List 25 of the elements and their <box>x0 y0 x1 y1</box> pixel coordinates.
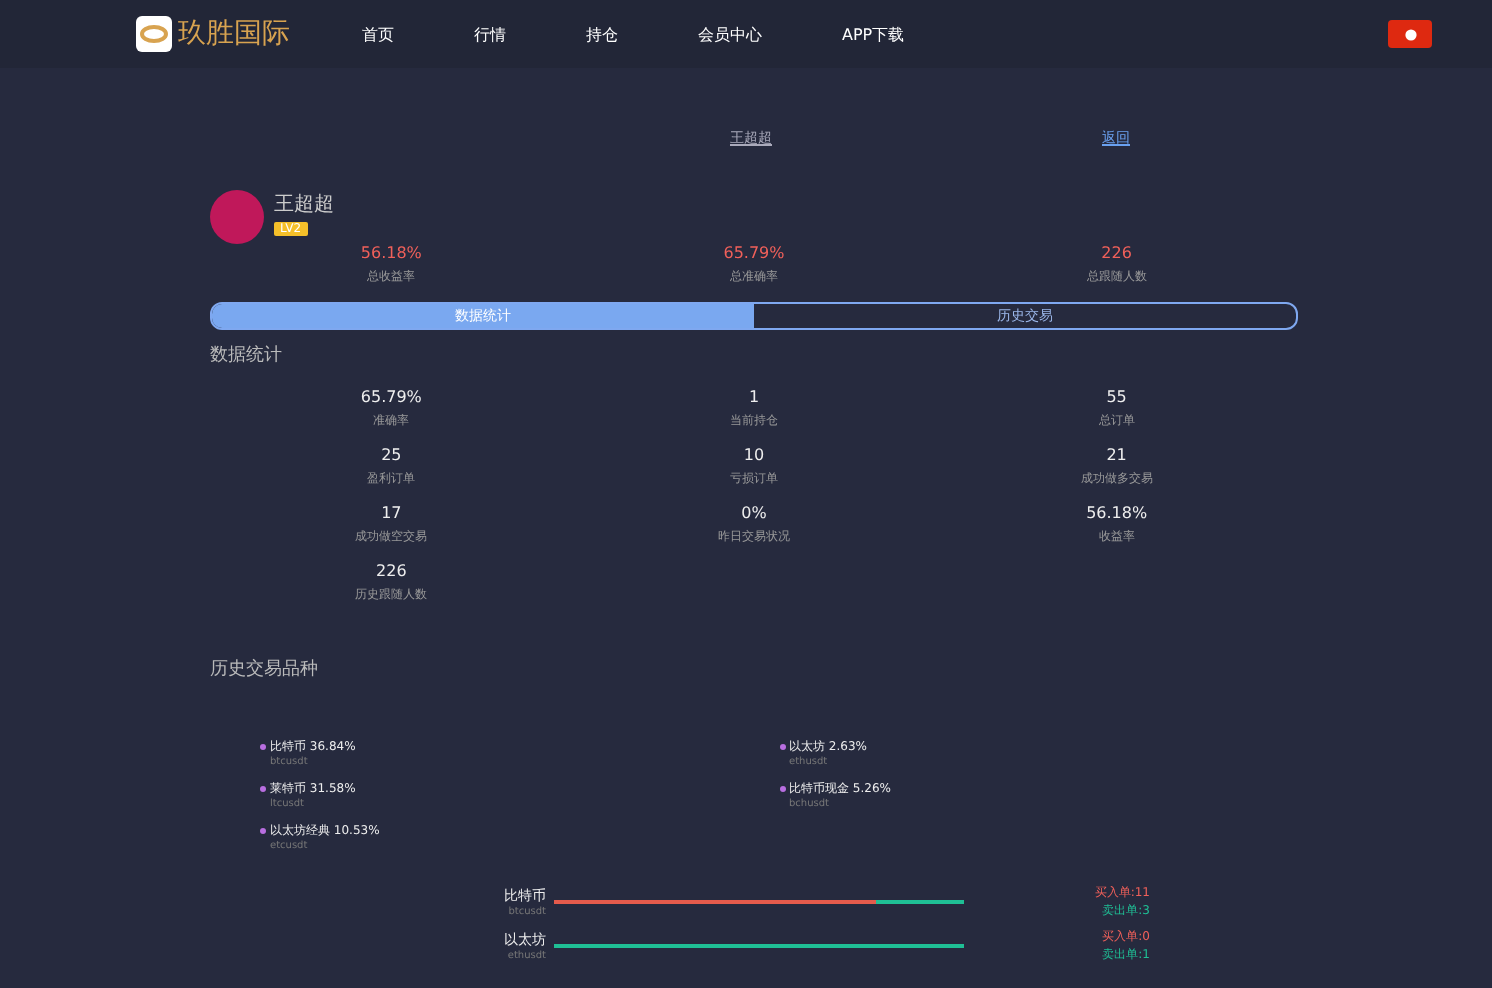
section-title: 历史交易品种 <box>210 657 320 682</box>
stat-value: 17 <box>381 504 402 522</box>
stat-value: 226 <box>376 562 407 580</box>
summary-value: 226 <box>1101 244 1132 262</box>
user-name: 王超超 <box>274 191 334 218</box>
stat-value: 1 <box>748 388 760 406</box>
stat-value: 0% <box>741 504 767 522</box>
nav-link[interactable]: APP下载 <box>842 23 905 45</box>
nav-link[interactable]: 行情 <box>474 23 506 45</box>
flag-icon[interactable] <box>1388 20 1432 48</box>
nav-link[interactable]: 会员中心 <box>698 23 762 45</box>
summary-value: 56.18% <box>360 244 422 262</box>
logo-text: 玖胜国际 <box>178 16 290 52</box>
stat-value: 25 <box>381 446 402 464</box>
summary-value: 65.79% <box>723 244 785 262</box>
logo-icon <box>136 16 172 52</box>
avatar <box>210 190 264 244</box>
stat-value: 21 <box>1106 446 1127 464</box>
nav-link[interactable]: 首页 <box>362 23 394 45</box>
section-title: 数据统计 <box>210 343 284 368</box>
stat-value: 65.79% <box>360 388 422 406</box>
stat-value: 56.18% <box>1086 504 1148 522</box>
stat-value: 55 <box>1106 388 1127 406</box>
nav-link[interactable]: 持仓 <box>586 23 618 45</box>
stat-value: 10 <box>743 446 765 464</box>
